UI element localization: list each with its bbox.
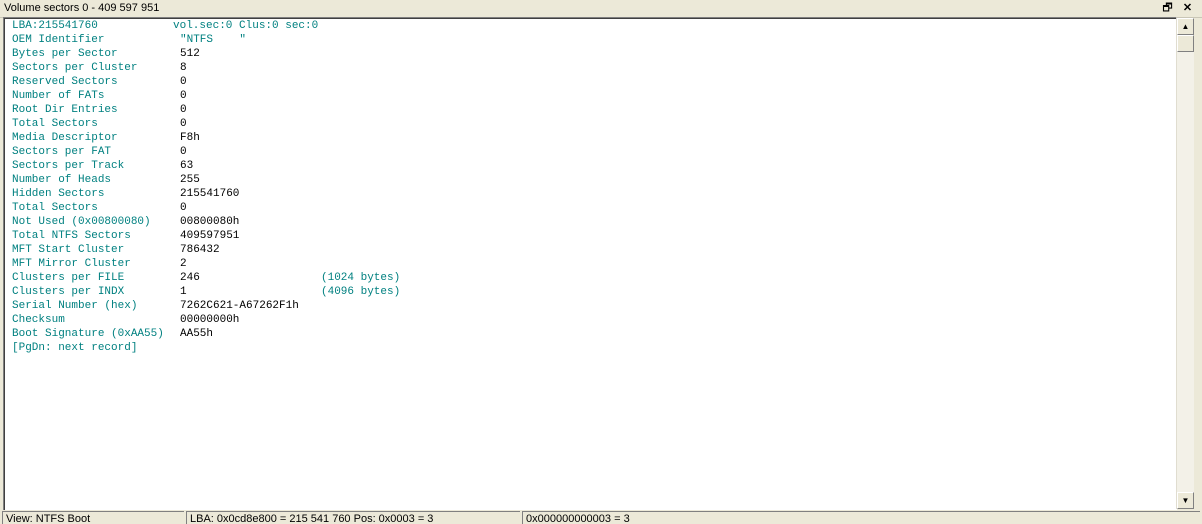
boot-field-row: Clusters per FILE 246 (1024 bytes): [12, 271, 400, 285]
field-value: AA55h: [180, 328, 214, 340]
boot-field-row: Total Sectors 0: [12, 117, 187, 131]
volume-sector-readout: vol.sec:0 Clus:0 sec:0: [173, 20, 319, 32]
volume-sectors-window: Volume sectors 0 - 409 597 951 🗗 ✕ LBA:2…: [0, 0, 1202, 524]
header-row: LBA:215541760 vol.sec:0 Clus:0 sec:0: [12, 19, 318, 33]
field-value: 246: [180, 272, 200, 284]
boot-field-row: Total Sectors 0: [12, 201, 187, 215]
field-label: Total NTFS Sectors: [12, 230, 131, 242]
boot-field-row: Serial Number (hex) 7262C621-A67262F1h: [12, 299, 299, 313]
next-record-link[interactable]: [PgDn: next record]: [12, 341, 137, 355]
field-value: 512: [180, 48, 200, 60]
status-bar: View: NTFS Boot LBA: 0x0cd8e800 = 215 54…: [0, 510, 1202, 524]
scroll-down-icon[interactable]: ▼: [1177, 492, 1194, 509]
field-value: 63: [180, 160, 194, 172]
boot-field-row: Number of Heads 255: [12, 173, 200, 187]
field-label: Checksum: [12, 314, 65, 326]
field-label: Boot Signature (0xAA55): [12, 328, 164, 340]
scroll-up-icon[interactable]: ▲: [1177, 18, 1194, 35]
boot-sector-view[interactable]: LBA:215541760 vol.sec:0 Clus:0 sec:0 OEM…: [3, 17, 1177, 511]
field-value: 8: [180, 62, 187, 74]
boot-sector-text: LBA:215541760 vol.sec:0 Clus:0 sec:0 OEM…: [12, 19, 400, 355]
boot-field-row: Root Dir Entries 0: [12, 103, 187, 117]
field-value: 0: [180, 202, 187, 214]
field-label: Clusters per FILE: [12, 272, 125, 284]
field-label: MFT Start Cluster: [12, 244, 125, 256]
restore-icon[interactable]: 🗗: [1160, 1, 1175, 15]
field-value: 786432: [180, 244, 220, 256]
field-extra: (4096 bytes): [321, 286, 401, 298]
boot-field-row: Media Descriptor F8h: [12, 131, 200, 145]
field-value: 00000000h: [180, 314, 240, 326]
field-value: "NTFS ": [180, 34, 247, 46]
boot-field-row: Total NTFS Sectors 409597951: [12, 229, 239, 243]
scroll-thumb[interactable]: [1177, 35, 1194, 52]
field-label: Sectors per Cluster: [12, 62, 138, 74]
status-offset: 0x000000000003 = 3: [522, 511, 1200, 524]
boot-field-row: Clusters per INDX 1 (4096 bytes): [12, 285, 400, 299]
boot-fields-list: OEM Identifier "NTFS " Bytes per Sector 512…: [12, 33, 400, 341]
field-value: 0: [180, 104, 187, 116]
field-value: 1: [180, 286, 187, 298]
field-label: Number of FATs: [12, 90, 105, 102]
field-label: Bytes per Sector: [12, 48, 118, 60]
field-label: Serial Number (hex): [12, 300, 138, 312]
boot-field-row: Sectors per FAT 0: [12, 145, 187, 159]
boot-field-row: OEM Identifier "NTFS ": [12, 33, 246, 47]
boot-field-row: MFT Mirror Cluster 2: [12, 257, 187, 271]
field-label: Sectors per FAT: [12, 146, 112, 158]
pgdn-row: [PgDn: next record]: [12, 341, 137, 355]
field-label: Total Sectors: [12, 118, 98, 130]
title-bar: Volume sectors 0 - 409 597 951 🗗 ✕: [0, 0, 1202, 18]
boot-field-row: Sectors per Cluster 8: [12, 61, 187, 75]
field-value: F8h: [180, 132, 200, 144]
window-title: Volume sectors 0 - 409 597 951: [4, 2, 160, 14]
field-value: 0: [180, 118, 187, 130]
vertical-scrollbar[interactable]: ▲ ▼: [1176, 18, 1194, 509]
field-label: Total Sectors: [12, 202, 98, 214]
status-lba-position: LBA: 0x0cd8e800 = 215 541 760 Pos: 0x000…: [186, 511, 520, 524]
boot-field-row: Hidden Sectors 215541760: [12, 187, 239, 201]
boot-field-row: Reserved Sectors 0: [12, 75, 187, 89]
boot-field-row: Not Used (0x00800080) 00800080h: [12, 215, 239, 229]
status-view: View: NTFS Boot: [2, 511, 184, 524]
boot-field-row: Number of FATs 0: [12, 89, 187, 103]
field-label: OEM Identifier: [12, 34, 105, 46]
field-value: 2: [180, 258, 187, 270]
field-label: Clusters per INDX: [12, 286, 125, 298]
field-label: Not Used (0x00800080): [12, 216, 151, 228]
field-label: Number of Heads: [12, 174, 112, 186]
field-value: 0: [180, 90, 187, 102]
field-extra: (1024 bytes): [321, 272, 401, 284]
lba-readout: LBA:215541760: [12, 20, 98, 32]
field-label: Root Dir Entries: [12, 104, 118, 116]
field-label: Sectors per Track: [12, 160, 125, 172]
field-value: 215541760: [180, 188, 240, 200]
field-value: 409597951: [180, 230, 240, 242]
boot-field-row: Bytes per Sector 512: [12, 47, 200, 61]
boot-field-row: Boot Signature (0xAA55) AA55h: [12, 327, 213, 341]
field-label: MFT Mirror Cluster: [12, 258, 131, 270]
close-icon[interactable]: ✕: [1180, 1, 1195, 15]
field-value: 0: [180, 76, 187, 88]
field-value: 255: [180, 174, 200, 186]
field-label: Hidden Sectors: [12, 188, 105, 200]
boot-field-row: MFT Start Cluster 786432: [12, 243, 220, 257]
field-label: Reserved Sectors: [12, 76, 118, 88]
field-value: 00800080h: [180, 216, 240, 228]
field-label: Media Descriptor: [12, 132, 118, 144]
boot-field-row: Checksum 00000000h: [12, 313, 239, 327]
field-value: 7262C621-A67262F1h: [180, 300, 299, 312]
field-value: 0: [180, 146, 187, 158]
boot-field-row: Sectors per Track 63: [12, 159, 193, 173]
